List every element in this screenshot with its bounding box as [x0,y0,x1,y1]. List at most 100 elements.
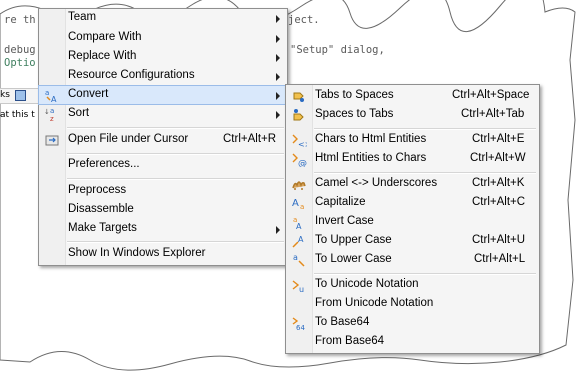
view-tab-strip[interactable]: ks [0,88,40,104]
menu-item-from-unicode-notation[interactable]: From Unicode Notation [286,295,539,313]
menu-item-label: To Upper Case [315,234,392,246]
menu-item-accelerator: Ctrl+Alt+U [472,234,526,246]
submenu-arrow-icon [276,15,280,23]
code-line-2-left: debug [4,44,36,56]
submenu-arrow-icon [276,35,280,43]
menu-item-to-upper-case[interactable]: A To Upper Case Ctrl+Alt+U [286,232,539,250]
task-row-text: at this t [0,110,35,120]
menu-item-label: Show In Windows Explorer [68,247,206,259]
menu-item-accelerator: Ctrl+Alt+C [472,196,526,208]
menu-item-label: Invert Case [315,215,374,227]
code-line-1-right: ject. [288,14,320,26]
html-to-chars-icon: @ [291,151,307,169]
menu-item-label: Tabs to Spaces [315,89,394,101]
capitalize-icon: Aa [291,195,307,211]
menu-item-team[interactable]: Team [39,9,287,27]
svg-text:z: z [50,115,54,122]
menu-item-accelerator: Ctrl+Alt+K [472,177,525,189]
menu-item-label: Preprocess [68,184,127,196]
menu-separator [314,273,536,275]
menu-item-label: Make Targets [68,222,137,234]
submenu-arrow-icon [276,54,280,62]
svg-text:A: A [51,95,57,103]
menu-item-to-unicode-notation[interactable]: u To Unicode Notation [286,276,539,294]
svg-text:A: A [292,198,299,209]
menu-item-sort[interactable]: ↓ a z Sort [39,105,287,123]
menu-item-label: Resource Configurations [68,69,195,81]
convert-icon: aA [44,87,60,104]
menu-item-accelerator: Ctrl+Alt+L [474,253,526,265]
menu-item-accelerator: Ctrl+Alt+Space [452,89,530,101]
submenu-arrow-icon [276,111,280,119]
menu-item-label: Open File under Cursor [68,133,189,145]
menu-item-label: Capitalize [315,196,366,208]
menu-separator [67,241,284,243]
invert-case-icon: aA [291,214,307,231]
menu-item-accelerator: Ctrl+Alt+W [470,152,526,164]
menu-item-label: Sort [68,107,90,119]
svg-text:a: a [50,107,54,115]
menu-item-label: Disassemble [68,203,134,215]
context-menu: Team Compare With Replace With Resource … [38,8,288,266]
svg-text:A: A [296,222,302,230]
menu-item-label: Spaces to Tabs [315,108,394,120]
menu-item-label: Replace With [68,50,137,62]
menu-item-chars-to-html-entities[interactable]: <> Chars to Html Entities Ctrl+Alt+E [286,131,539,149]
menu-item-camel-underscores[interactable]: Camel <-> Underscores Ctrl+Alt+K [286,175,539,193]
svg-text:a: a [293,253,298,262]
menu-item-compare-with[interactable]: Compare With [39,29,287,47]
submenu-arrow-icon [276,92,280,100]
menu-item-label: From Base64 [315,335,385,347]
menu-separator [67,153,284,155]
console-tab-icon[interactable] [15,90,26,101]
tabs-to-spaces-icon [291,88,307,104]
menu-item-resource-configurations[interactable]: Resource Configurations [39,67,287,85]
submenu-arrow-icon [276,226,280,234]
menu-item-show-in-windows-explorer[interactable]: Show In Windows Explorer [39,245,287,263]
menu-item-open-file-under-cursor[interactable]: Open File under Cursor Ctrl+Alt+R [39,131,287,149]
svg-text:64: 64 [296,324,305,331]
menu-item-preprocess[interactable]: Preprocess [39,182,287,200]
menu-item-from-base64[interactable]: From Base64 [286,333,539,351]
menu-item-label: To Unicode Notation [315,278,419,290]
menu-item-label: From Unicode Notation [315,297,434,309]
base64-icon: 64 [291,315,307,332]
code-line-2-right: "Setup" dialog, [290,44,385,56]
menu-item-make-targets[interactable]: Make Targets [39,220,287,238]
menu-item-invert-case[interactable]: aA Invert Case [286,213,539,231]
chars-to-html-icon: <> [291,132,311,149]
menu-item-html-entities-to-chars[interactable]: @ Html Entities to Chars Ctrl+Alt+W [286,150,539,169]
menu-item-to-lower-case[interactable]: a To Lower Case Ctrl+Alt+L [286,251,539,269]
menu-item-disassemble[interactable]: Disassemble [39,201,287,219]
submenu-arrow-icon [276,73,280,81]
open-file-icon [44,132,60,148]
svg-text:a: a [45,89,49,97]
menu-separator [314,128,536,130]
menu-item-label: Convert [68,88,109,100]
menu-item-tabs-to-spaces[interactable]: Tabs to Spaces Ctrl+Alt+Space [286,87,539,105]
menu-item-accelerator: Ctrl+Alt+R [223,133,277,145]
svg-text:a: a [300,203,304,211]
svg-text:@: @ [298,159,307,167]
upper-case-icon: A [291,233,307,249]
unicode-icon: u [291,277,307,294]
menu-item-label: Html Entities to Chars [315,152,427,164]
camel-icon [291,176,307,192]
sort-icon: ↓ a z [44,106,60,123]
code-line-1-left: re th [4,14,36,26]
menu-separator [314,172,536,174]
svg-text:↓: ↓ [44,108,50,116]
menu-item-convert[interactable]: aA Convert [38,85,288,105]
menu-item-preferences[interactable]: Preferences... [39,156,287,174]
menu-item-replace-with[interactable]: Replace With [39,48,287,66]
svg-text:A: A [298,235,304,244]
menu-item-to-base64[interactable]: 64 To Base64 [286,314,539,332]
svg-text:<>: <> [298,140,307,148]
menu-item-spaces-to-tabs[interactable]: Spaces to Tabs Ctrl+Alt+Tab [286,106,539,124]
menu-item-capitalize[interactable]: Aa Capitalize Ctrl+Alt+C [286,194,539,212]
menu-item-label: To Base64 [315,316,370,328]
convert-submenu: Tabs to Spaces Ctrl+Alt+Space Spaces to … [285,84,540,354]
menu-separator [67,178,284,180]
tasks-tab-label[interactable]: ks [0,90,10,100]
menu-item-label: Compare With [68,31,142,43]
